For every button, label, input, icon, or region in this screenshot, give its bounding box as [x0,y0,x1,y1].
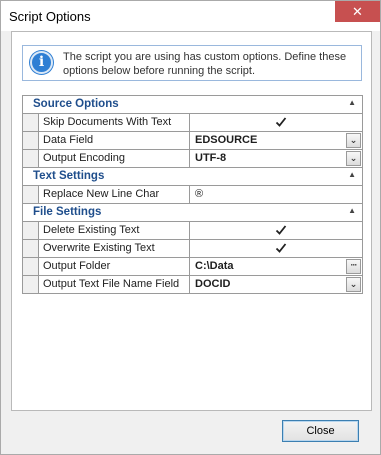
property-value: EDSOURCE [195,134,258,146]
property-checkbox[interactable] [191,240,362,257]
property-row[interactable]: Output Folder C:\Data ··· [23,258,362,276]
row-indent [23,114,38,131]
row-indent [23,258,38,275]
property-value: UTF-8 [195,152,227,164]
script-options-window: Script Options ✕ i The script you are us… [0,0,381,455]
property-row[interactable]: Data Field EDSOURCE ⌄ [23,132,362,150]
window-title: Script Options [9,9,91,24]
group-header[interactable]: Source Options ▲ [23,96,362,114]
row-indent [23,150,38,167]
info-banner: i The script you are using has custom op… [22,45,362,81]
window-close-button[interactable]: ✕ [335,1,380,22]
property-label: Replace New Line Char [38,186,190,203]
row-indent [23,240,38,257]
row-indent [23,276,38,293]
property-value: DOCID [195,278,231,290]
group-title: Text Settings [33,170,105,182]
chevron-down-icon[interactable]: ⌄ [346,277,361,292]
info-icon: i [30,51,53,74]
info-text: The script you are using has custom opti… [63,51,347,77]
property-row[interactable]: Skip Documents With Text [23,114,362,132]
close-button[interactable]: Close [282,420,359,442]
property-text-field[interactable]: ® [191,186,362,203]
collapse-icon[interactable]: ▲ [348,206,356,215]
property-label: Overwrite Existing Text [38,240,190,257]
checkmark-icon [275,243,287,253]
property-checkbox[interactable] [191,222,362,239]
property-value: ® [195,188,204,200]
property-row[interactable]: Output Text File Name Field DOCID ⌄ [23,276,362,294]
property-dropdown[interactable]: DOCID ⌄ [191,276,362,293]
options-panel: i The script you are using has custom op… [11,31,372,411]
collapse-icon[interactable]: ▲ [348,98,356,107]
group-title: File Settings [33,206,102,218]
group-header[interactable]: File Settings ▲ [23,204,362,222]
property-label: Skip Documents With Text [38,114,190,131]
chevron-down-icon[interactable]: ⌄ [346,133,361,148]
property-dropdown[interactable]: EDSOURCE ⌄ [191,132,362,149]
property-checkbox[interactable] [191,114,362,131]
chevron-down-icon[interactable]: ⌄ [346,151,361,166]
checkmark-icon [275,225,287,235]
property-row[interactable]: Replace New Line Char ® [23,186,362,204]
property-label: Delete Existing Text [38,222,190,239]
property-label: Output Encoding [38,150,190,167]
group-title: Source Options [33,98,119,110]
group-header[interactable]: Text Settings ▲ [23,168,362,186]
title-bar: Script Options ✕ [1,1,380,31]
property-dropdown[interactable]: UTF-8 ⌄ [191,150,362,167]
property-browse-field[interactable]: C:\Data ··· [191,258,362,275]
property-label: Output Folder [38,258,190,275]
row-indent [23,186,38,203]
property-label: Data Field [38,132,190,149]
row-indent [23,132,38,149]
browse-ellipsis-icon[interactable]: ··· [346,259,361,274]
property-value: C:\Data [195,260,234,272]
property-row[interactable]: Delete Existing Text [23,222,362,240]
property-label: Output Text File Name Field [38,276,190,293]
property-row[interactable]: Output Encoding UTF-8 ⌄ [23,150,362,168]
row-indent [23,222,38,239]
checkmark-icon [275,117,287,127]
collapse-icon[interactable]: ▲ [348,170,356,179]
property-grid: Source Options ▲ Skip Documents With Text D… [22,95,363,294]
property-row[interactable]: Overwrite Existing Text [23,240,362,258]
